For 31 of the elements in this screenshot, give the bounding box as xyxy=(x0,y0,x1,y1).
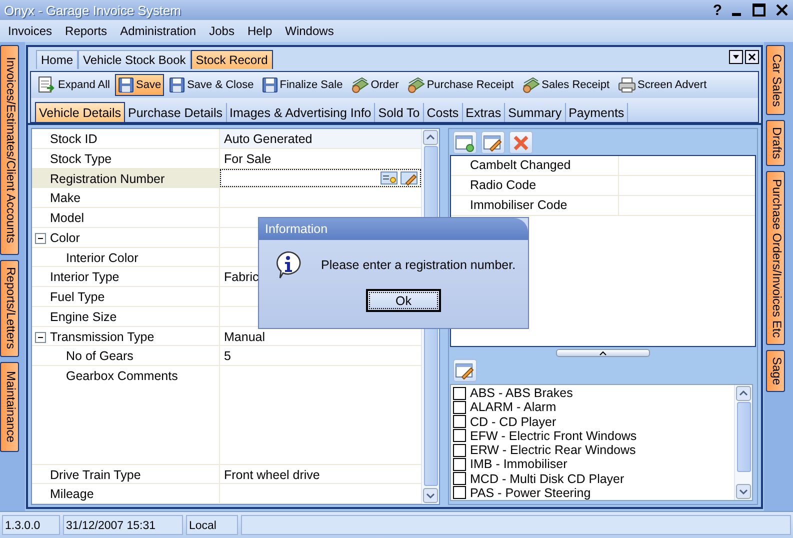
window-title: Onyx - Garage Invoice System xyxy=(4,2,182,18)
extra-label: ALARM - Alarm xyxy=(470,400,556,414)
dialog-title: Information xyxy=(259,218,528,240)
property-label: Color xyxy=(32,228,220,246)
property-label: Make xyxy=(32,188,220,207)
status-panel: Local xyxy=(186,515,238,535)
property-label: Fuel Type xyxy=(32,287,220,306)
property-label: Stock Type xyxy=(32,148,220,168)
extra-label: MCD - Multi Disk CD Player xyxy=(470,472,624,486)
status-panel: 31/12/2007 15:31 xyxy=(63,515,183,535)
property-label: Drive Train Type xyxy=(32,464,220,484)
custom-field-label: Cambelt Changed xyxy=(451,156,619,175)
extra-label: CD - CD Player xyxy=(470,414,556,429)
custom-field-label: Immobiliser Code xyxy=(451,196,619,215)
status-panel: 1.3.0.0 xyxy=(2,515,60,535)
extra-label: IMB - Immobiliser xyxy=(470,457,568,472)
extra-label: ERW - Electric Rear Windows xyxy=(470,443,636,458)
property-label: Interior Color xyxy=(32,248,220,266)
property-label: Registration Number xyxy=(32,168,220,188)
property-label: Mileage xyxy=(32,484,220,503)
property-label: Interior Type xyxy=(32,267,220,286)
extra-label: PAS - Power Steering xyxy=(470,486,591,500)
property-label: Model xyxy=(32,208,220,227)
extra-label: ABS - ABS Brakes xyxy=(470,386,573,400)
property-label: Engine Size xyxy=(32,306,220,326)
custom-field-label: Radio Code xyxy=(451,176,619,195)
dialog-message: Please enter a registration number. xyxy=(321,258,516,272)
extra-label: EFW - Electric Front Windows xyxy=(470,428,637,443)
property-label: Gearbox Comments xyxy=(32,366,220,464)
property-label: No of Gears xyxy=(32,346,220,365)
property-label: Transmission Type xyxy=(32,326,220,346)
